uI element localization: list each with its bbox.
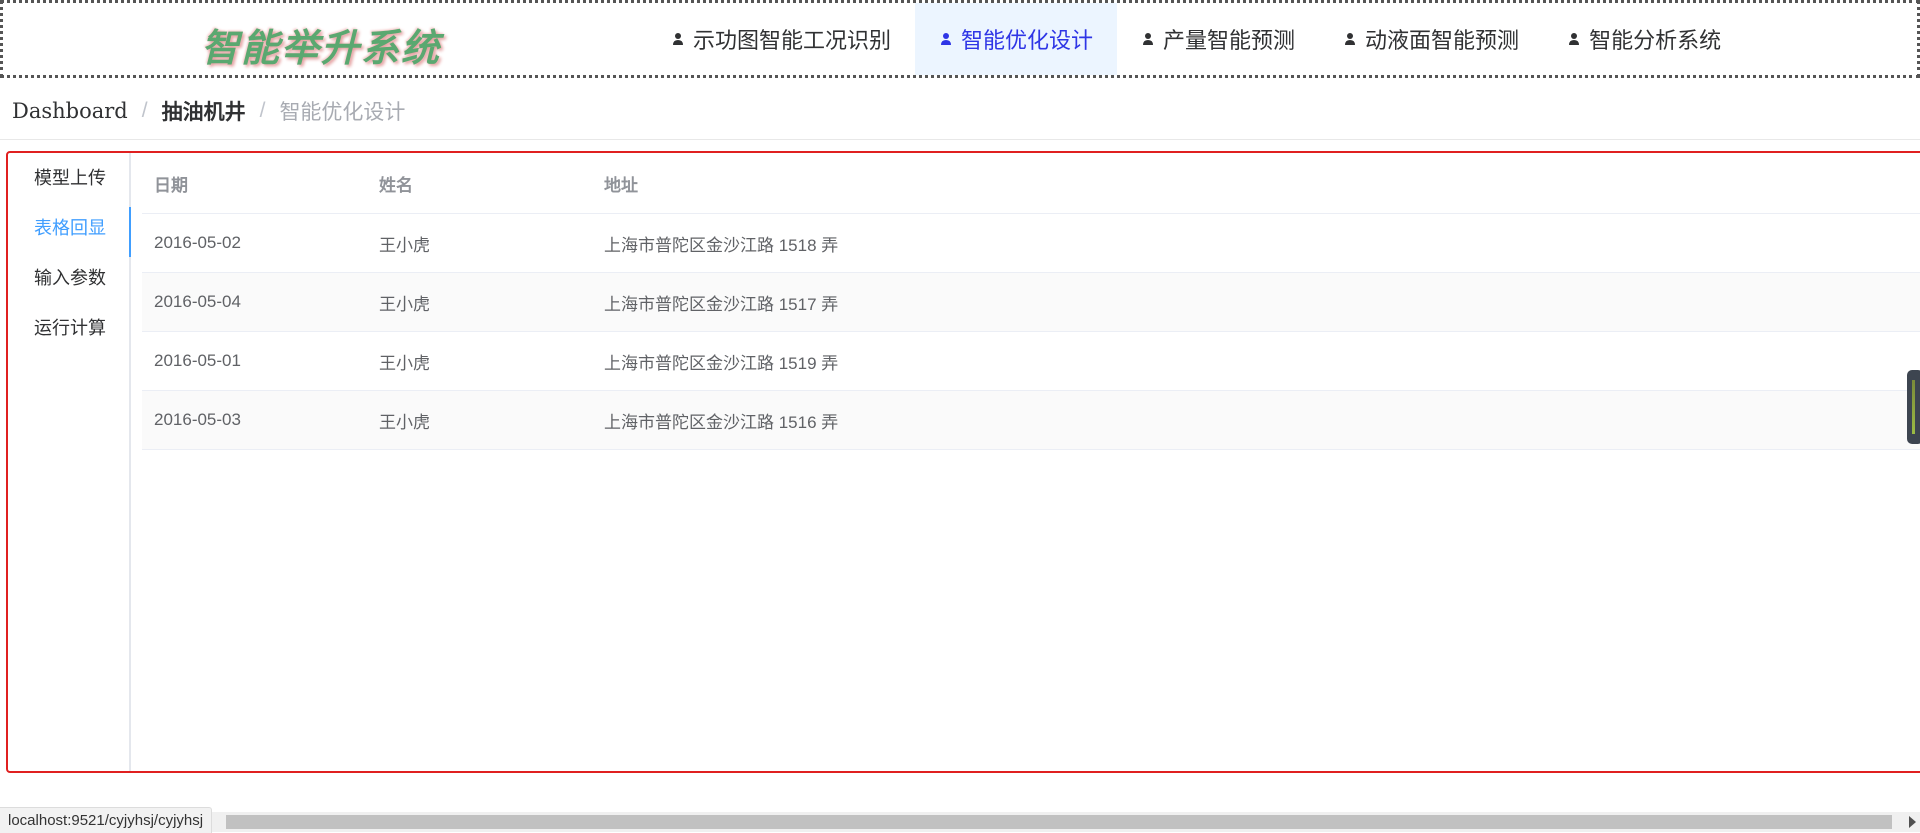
cell-name: 王小虎: [379, 353, 430, 373]
column-header-date[interactable]: 日期: [142, 171, 367, 196]
nav-item-label: 产量智能预测: [1163, 28, 1296, 53]
cell-date: 2016-05-04: [154, 292, 241, 311]
breadcrumb-dashboard[interactable]: Dashboard: [12, 99, 128, 123]
breadcrumb-separator: /: [141, 99, 148, 122]
nav-item-analysis-system[interactable]: 智能分析系统: [1543, 3, 1745, 75]
breadcrumb-pumping-well[interactable]: 抽油机井: [162, 96, 246, 126]
user-icon: [1567, 32, 1581, 46]
nav-item-label: 智能优化设计: [961, 28, 1094, 53]
table-row[interactable]: 2016-05-03 王小虎 上海市普陀区金沙江路 1516 弄: [142, 391, 1920, 450]
cell-name: 王小虎: [379, 412, 430, 432]
main-panel: 模型上传 表格回显 输入参数 运行计算 日期 姓名 地址 2016-05-02 …: [6, 151, 1920, 773]
cell-name: 王小虎: [379, 294, 430, 314]
breadcrumb-current-page: 智能优化设计: [279, 101, 406, 124]
side-tabs: 模型上传 表格回显 输入参数 运行计算: [8, 153, 131, 771]
breadcrumb: Dashboard / 抽油机井 / 智能优化设计: [12, 96, 405, 126]
top-header: 智能举升系统 示功图智能工况识别 智能优化设计 产量智能预测 动液面智能预测 智…: [0, 0, 1920, 78]
nav-item-optimization-design[interactable]: 智能优化设计: [915, 3, 1118, 75]
tab-table-echo[interactable]: 表格回显: [8, 203, 131, 257]
tab-model-upload[interactable]: 模型上传: [8, 153, 129, 203]
table-row[interactable]: 2016-05-02 王小虎 上海市普陀区金沙江路 1518 弄: [142, 214, 1920, 273]
top-nav: 示功图智能工况识别 智能优化设计 产量智能预测 动液面智能预测 智能分析系统: [647, 3, 1745, 75]
status-bar-url: localhost:9521/cyjyhsj/cyjyhsj: [0, 807, 213, 833]
cell-date: 2016-05-01: [154, 351, 241, 370]
data-table: 日期 姓名 地址 2016-05-02 王小虎 上海市普陀区金沙江路 1518 …: [142, 153, 1920, 450]
scrollbar-thumb[interactable]: [226, 815, 1892, 829]
scroll-right-arrow-icon[interactable]: [1909, 816, 1916, 828]
nav-item-indicator-recognition[interactable]: 示功图智能工况识别: [647, 3, 915, 75]
user-icon: [939, 32, 953, 46]
user-icon: [1141, 32, 1155, 46]
cell-address: 上海市普陀区金沙江路 1518 弄: [604, 235, 839, 255]
tab-input-params[interactable]: 输入参数: [8, 253, 129, 303]
tab-run-calculation[interactable]: 运行计算: [8, 303, 129, 353]
cell-name: 王小虎: [379, 235, 430, 255]
column-header-address[interactable]: 地址: [592, 171, 1920, 196]
nav-item-label: 智能分析系统: [1589, 28, 1722, 53]
table-row[interactable]: 2016-05-04 王小虎 上海市普陀区金沙江路 1517 弄: [142, 273, 1920, 332]
column-header-name[interactable]: 姓名: [367, 171, 592, 196]
widget-level-bar: [1912, 380, 1915, 434]
cell-date: 2016-05-02: [154, 233, 241, 252]
user-icon: [1343, 32, 1357, 46]
horizontal-scrollbar[interactable]: [0, 812, 1920, 832]
nav-item-production-forecast[interactable]: 产量智能预测: [1117, 3, 1319, 75]
floating-side-widget[interactable]: [1907, 370, 1920, 444]
nav-item-label: 示功图智能工况识别: [693, 28, 892, 53]
table-row[interactable]: 2016-05-01 王小虎 上海市普陀区金沙江路 1519 弄: [142, 332, 1920, 391]
cell-address: 上海市普陀区金沙江路 1517 弄: [604, 294, 839, 314]
cell-address: 上海市普陀区金沙江路 1516 弄: [604, 412, 839, 432]
cell-date: 2016-05-03: [154, 410, 241, 429]
breadcrumb-divider: [0, 139, 1920, 140]
nav-item-fluid-level-forecast[interactable]: 动液面智能预测: [1319, 3, 1543, 75]
app-logo: 智能举升系统: [201, 25, 442, 70]
user-icon: [671, 32, 685, 46]
cell-address: 上海市普陀区金沙江路 1519 弄: [604, 353, 839, 373]
nav-item-label: 动液面智能预测: [1365, 28, 1520, 53]
breadcrumb-separator: /: [259, 99, 266, 122]
table-header: 日期 姓名 地址: [142, 153, 1920, 214]
